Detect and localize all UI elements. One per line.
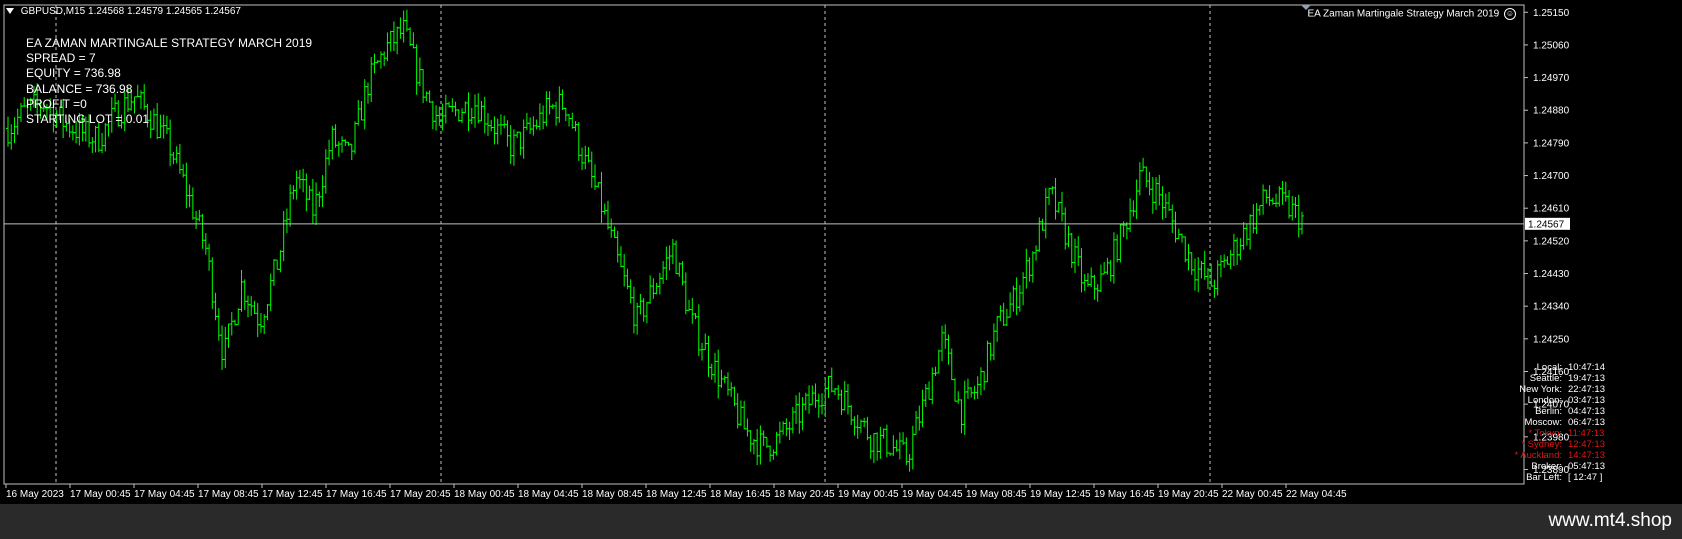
clock-label: Local: bbox=[1536, 362, 1562, 373]
ea-info-panel: EA ZAMAN MARTINGALE STRATEGY MARCH 2019 … bbox=[26, 36, 312, 127]
ea-name-label[interactable]: EA Zaman Martingale Strategy March 2019 … bbox=[1307, 8, 1516, 20]
time-label: 18 May 04:45 bbox=[518, 489, 579, 500]
ea-title: EA ZAMAN MARTINGALE STRATEGY MARCH 2019 bbox=[26, 36, 313, 50]
clock-row: Broker: 05:47:13 bbox=[1500, 461, 1618, 472]
price-label: 1.24970 bbox=[1533, 73, 1570, 84]
clock-value: 04:47:13 bbox=[1568, 406, 1605, 417]
clock-row: Berlin: 04:47:13 bbox=[1500, 406, 1618, 417]
footer-bar: www.mt4.shop bbox=[0, 504, 1682, 539]
clock-row: Local: 10:47:14 bbox=[1500, 362, 1618, 373]
price-label: 1.25150 bbox=[1533, 8, 1570, 19]
clock-label: * Auckland: bbox=[1514, 450, 1562, 461]
clock-label: * Sydney: bbox=[1521, 439, 1562, 450]
time-label: 17 May 16:45 bbox=[326, 489, 387, 500]
price-label: 1.25060 bbox=[1533, 40, 1570, 51]
clock-value: 10:47:14 bbox=[1568, 362, 1605, 373]
time-label: 19 May 00:45 bbox=[838, 489, 899, 500]
time-label: 19 May 12:45 bbox=[1030, 489, 1091, 500]
clock-value: 19:47:13 bbox=[1568, 373, 1605, 384]
clock-row: * Tokyo: 11:47:13 bbox=[1500, 428, 1618, 439]
clock-label: Bar Left: bbox=[1526, 472, 1562, 483]
clock-value: 03:47:13 bbox=[1568, 395, 1605, 406]
time-label: 22 May 00:45 bbox=[1222, 489, 1283, 500]
time-label: 18 May 08:45 bbox=[582, 489, 643, 500]
clock-value: 12:47:13 bbox=[1568, 439, 1605, 450]
clock-row: * Sydney: 12:47:13 bbox=[1500, 439, 1618, 450]
clock-value: [ 12:47 ] bbox=[1568, 472, 1603, 483]
time-label: 17 May 20:45 bbox=[390, 489, 451, 500]
dropdown-triangle-icon[interactable] bbox=[6, 8, 14, 15]
clock-label: Broker: bbox=[1531, 461, 1562, 472]
price-label: 1.24520 bbox=[1533, 236, 1570, 247]
ea-profit: PROFIT =0 bbox=[26, 96, 87, 111]
clock-row: * Auckland: 14:47:13 bbox=[1500, 450, 1618, 461]
clock-label: New York: bbox=[1519, 384, 1562, 395]
time-label: 19 May 20:45 bbox=[1158, 489, 1219, 500]
world-clocks-panel: Local: 10:47:14 Seattle: 19:47:13 New York: 2… bbox=[1500, 362, 1618, 483]
current-price-label: 1.24567 bbox=[1528, 219, 1565, 230]
ea-name-text: EA Zaman Martingale Strategy March 2019 bbox=[1307, 8, 1500, 20]
clock-value: 14:47:13 bbox=[1568, 450, 1605, 461]
price-label: 1.24250 bbox=[1533, 334, 1570, 345]
time-label: 17 May 08:45 bbox=[198, 489, 259, 500]
ea-balance: BALANCE = 736.98 bbox=[26, 81, 133, 96]
price-label: 1.24610 bbox=[1533, 204, 1570, 215]
time-label: 22 May 04:45 bbox=[1286, 489, 1347, 500]
clock-row: Bar Left: [ 12:47 ] bbox=[1500, 472, 1618, 483]
clock-value: 22:47:13 bbox=[1568, 384, 1605, 395]
price-label: 1.24430 bbox=[1533, 269, 1570, 280]
price-label: 1.24790 bbox=[1533, 138, 1570, 149]
clock-value: 11:47:13 bbox=[1568, 428, 1605, 439]
symbol-timeframe: GBPUSD,M15 bbox=[20, 6, 86, 17]
smiley-icon: ☺ bbox=[1504, 8, 1516, 20]
time-label: 17 May 04:45 bbox=[134, 489, 195, 500]
time-label: 18 May 00:45 bbox=[454, 489, 515, 500]
clock-row: New York: 22:47:13 bbox=[1500, 384, 1618, 395]
clock-row: London: 03:47:13 bbox=[1500, 395, 1618, 406]
clock-row: Seattle: 19:47:13 bbox=[1500, 373, 1618, 384]
time-label: 16 May 2023 bbox=[6, 489, 64, 500]
clock-row: Moscow: 06:47:13 bbox=[1500, 417, 1618, 428]
clock-label: London: bbox=[1527, 395, 1562, 406]
clock-value: 06:47:13 bbox=[1568, 417, 1605, 428]
clock-value: 05:47:13 bbox=[1568, 461, 1605, 472]
time-label: 17 May 12:45 bbox=[262, 489, 323, 500]
ea-starting-lot: STARTING LOT = 0.01 bbox=[26, 112, 150, 127]
ea-equity: EQUITY = 736.98 bbox=[26, 66, 121, 81]
time-label: 19 May 08:45 bbox=[966, 489, 1027, 500]
time-label: 18 May 20:45 bbox=[774, 489, 835, 500]
clock-label: Moscow: bbox=[1524, 417, 1562, 428]
time-label: 18 May 16:45 bbox=[710, 489, 771, 500]
clock-label: * Tokyo: bbox=[1528, 428, 1562, 439]
time-label: 19 May 04:45 bbox=[902, 489, 963, 500]
time-label: 18 May 12:45 bbox=[646, 489, 707, 500]
quote-values: 1.24568 1.24579 1.24565 1.24567 bbox=[88, 6, 241, 17]
brand-watermark: www.mt4.shop bbox=[1548, 510, 1672, 531]
clock-label: Berlin: bbox=[1535, 406, 1562, 417]
ea-spread: SPREAD = 7 bbox=[26, 51, 96, 66]
time-label: 17 May 00:45 bbox=[70, 489, 131, 500]
clock-label: Seattle: bbox=[1529, 373, 1562, 384]
time-label: 19 May 16:45 bbox=[1094, 489, 1155, 500]
chart-area[interactable]: 1.25150 1.25060 1.24970 1.24880 1.24790 1.247… bbox=[0, 0, 1682, 504]
price-label: 1.24340 bbox=[1533, 302, 1570, 313]
price-label: 1.24880 bbox=[1533, 106, 1570, 117]
symbol-header: GBPUSD,M15 1.24568 1.24579 1.24565 1.245… bbox=[6, 6, 241, 17]
price-label: 1.24700 bbox=[1533, 171, 1570, 182]
